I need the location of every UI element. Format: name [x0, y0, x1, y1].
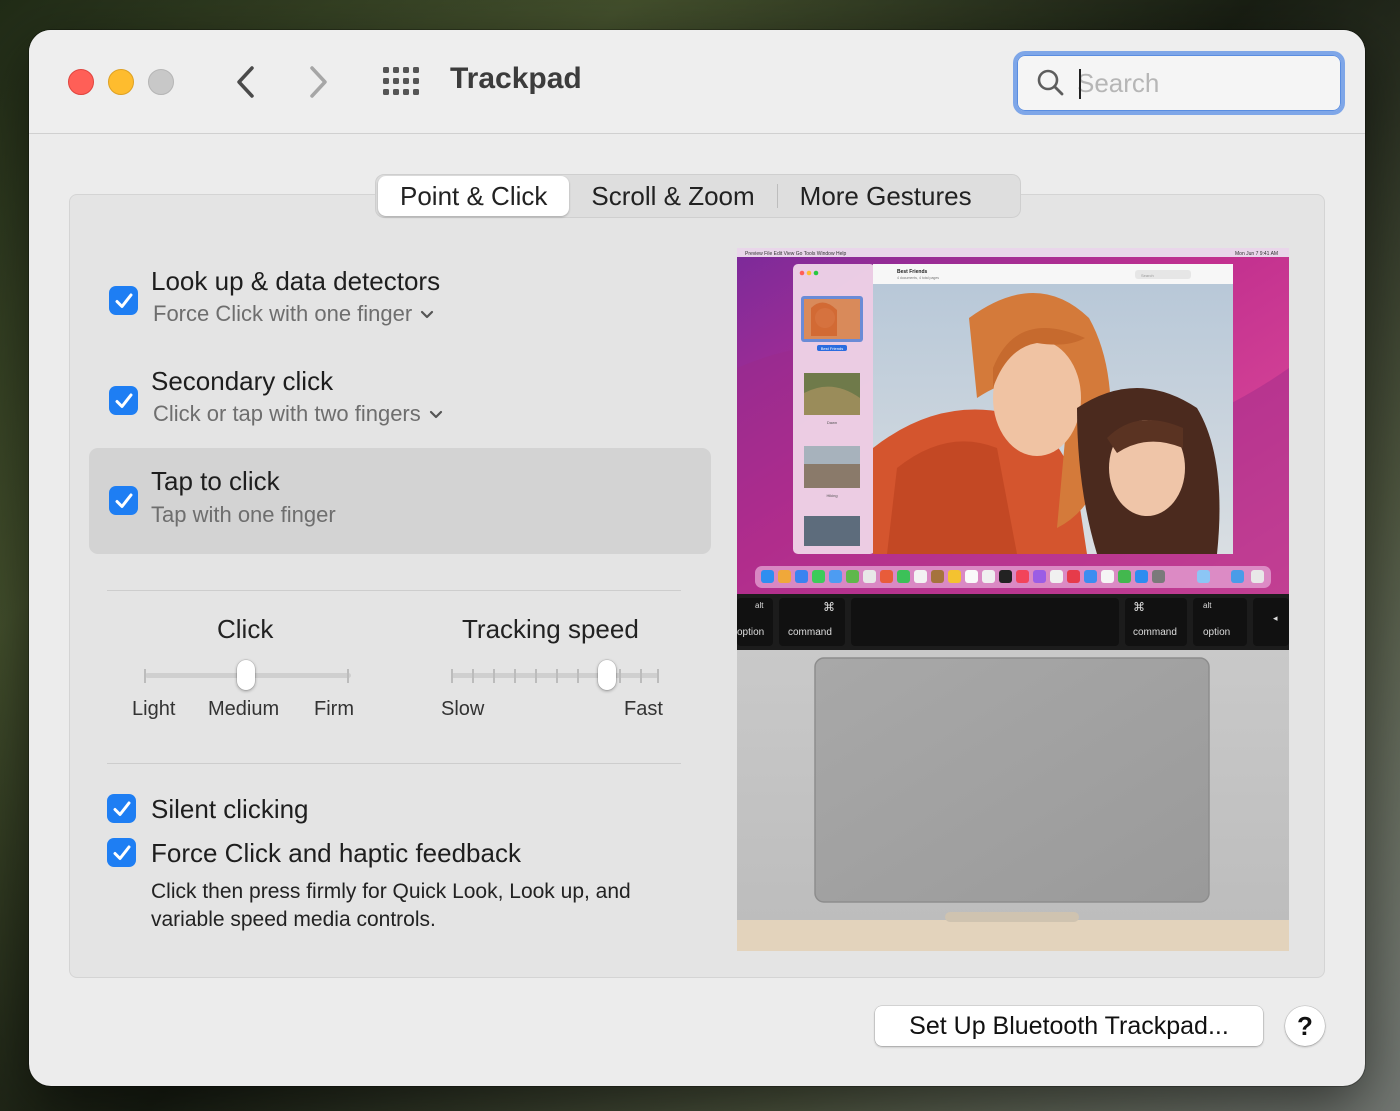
tap-to-click-subtitle: Tap with one finger [151, 502, 336, 527]
tracking-slider-knob[interactable] [598, 660, 616, 690]
slider-tick [493, 669, 495, 683]
look-up-title: Look up & data detectors [151, 266, 441, 296]
slider-tick [472, 669, 474, 683]
slider-tick [640, 669, 642, 683]
back-button[interactable] [225, 60, 265, 104]
tab-scroll-and-zoom[interactable]: Scroll & Zoom [569, 176, 776, 216]
tracking-label-fast: Fast [624, 698, 663, 720]
search-field[interactable] [1013, 51, 1345, 115]
tab-bar: Point & Click Scroll & Zoom More Gesture… [375, 174, 1021, 218]
silent-clicking-checkbox[interactable] [107, 794, 136, 823]
slider-tick [556, 669, 558, 683]
checkmark-icon [113, 801, 130, 816]
key-top-3: ⌘ [1133, 600, 1145, 614]
key-bottom-3: command [1133, 627, 1177, 638]
menubar-clock: Mon Jun 7 9:41 AM [1235, 251, 1278, 257]
click-label-firm: Firm [314, 698, 354, 720]
chevron-down-icon [421, 311, 434, 319]
key-top-1: alt [755, 601, 764, 610]
key-top-2: ⌘ [823, 600, 835, 614]
tab-more-gestures[interactable]: More Gestures [778, 176, 994, 216]
checkmark-icon [115, 393, 132, 408]
click-label-medium: Medium [208, 698, 280, 720]
divider [107, 590, 681, 591]
doc-search: Search [1141, 273, 1154, 278]
look-up-checkbox[interactable] [109, 286, 138, 315]
trackpad-demo-illustration: Preview File Edit View Go Tools Window H… [737, 248, 1289, 951]
slider-tick [577, 669, 579, 683]
chevron-left-icon [237, 66, 254, 98]
force-click-description: Click then press firmly for Quick Look, … [151, 880, 631, 931]
force-click-checkbox[interactable] [107, 838, 136, 867]
slider-tick [619, 669, 621, 683]
zoom-button[interactable] [148, 69, 174, 95]
click-slider-knob[interactable] [237, 660, 255, 690]
thumb-label-2: Dawn [827, 420, 837, 425]
slider-tick [535, 669, 537, 683]
option-secondary-click: Secondary click Click or tap with two fi… [89, 358, 711, 438]
key-bottom-1: option [737, 627, 764, 638]
tap-to-click-title: Tap to click [151, 466, 280, 496]
window-title: Trackpad [450, 62, 582, 95]
force-click-label: Force Click and haptic feedback [151, 838, 521, 868]
slider-tick [514, 669, 516, 683]
checkmark-icon [115, 493, 132, 508]
doc-subtitle: 4 documents, 4 total pages [897, 276, 939, 280]
option-look-up: Look up & data detectors Force Click wit… [89, 258, 711, 338]
silent-clicking-label: Silent clicking [151, 794, 309, 824]
thumb-label-1: Best Friends [821, 346, 843, 351]
help-button[interactable]: ? [1285, 1006, 1325, 1046]
search-input[interactable] [1077, 63, 1327, 103]
look-up-subtitle: Force Click with one finger [153, 301, 413, 326]
slider-tick [347, 669, 349, 683]
toolbar: Trackpad [29, 30, 1365, 134]
tracking-speed-title: Tracking speed [462, 614, 639, 644]
click-label-light: Light [132, 698, 176, 720]
slider-tick [451, 669, 453, 683]
slider-tick [144, 669, 146, 683]
click-slider-title: Click [217, 614, 274, 644]
close-button[interactable] [68, 69, 94, 95]
key-top-4: alt [1203, 601, 1212, 610]
key-bottom-4: option [1203, 627, 1230, 638]
secondary-click-subtitle: Click or tap with two fingers [153, 401, 421, 426]
secondary-click-dropdown[interactable]: Click or tap with two fingers [153, 401, 443, 427]
key-bottom-2: command [788, 627, 832, 638]
tab-point-and-click[interactable]: Point & Click [378, 176, 570, 216]
show-all-button[interactable] [381, 64, 421, 100]
chevron-down-icon [429, 411, 442, 419]
tap-to-click-checkbox[interactable] [109, 486, 138, 515]
text-caret [1079, 69, 1081, 99]
menubar-items: Preview File Edit View Go Tools Window H… [745, 251, 846, 257]
gesture-preview-video: Preview File Edit View Go Tools Window H… [737, 248, 1289, 951]
tracking-label-slow: Slow [441, 698, 485, 720]
look-up-dropdown[interactable]: Force Click with one finger [153, 301, 434, 327]
doc-title: Best Friends [897, 269, 928, 275]
minimize-button[interactable] [108, 69, 134, 95]
slider-tick [657, 669, 659, 683]
tracking-slider-track[interactable] [451, 673, 659, 678]
secondary-click-title: Secondary click [151, 366, 334, 396]
divider [107, 763, 681, 764]
thumb-label-3: Hiking [826, 493, 837, 498]
option-tap-to-click[interactable]: Tap to click Tap with one finger [89, 448, 711, 554]
forward-button[interactable] [299, 60, 339, 104]
search-icon [1037, 69, 1064, 96]
checkmark-icon [115, 293, 132, 308]
secondary-click-checkbox[interactable] [109, 386, 138, 415]
key-top-5: ◂ [1273, 614, 1278, 624]
checkmark-icon [113, 845, 130, 860]
preferences-window: Trackpad Point & Click Scroll & Zoom Mor… [29, 30, 1365, 1086]
setup-bluetooth-trackpad-button[interactable]: Set Up Bluetooth Trackpad... [875, 1006, 1263, 1046]
chevron-right-icon [310, 66, 327, 98]
